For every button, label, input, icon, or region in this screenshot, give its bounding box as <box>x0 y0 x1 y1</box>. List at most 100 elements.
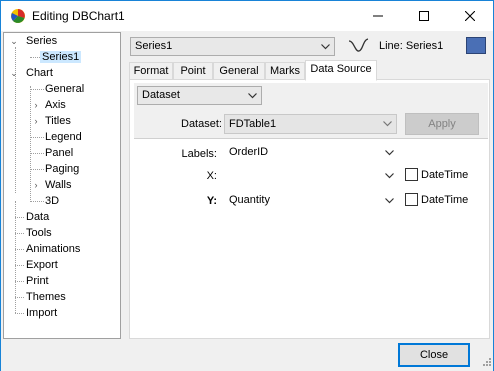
tree-item-themes[interactable]: Themes <box>26 289 66 305</box>
tree-item-label: General <box>45 83 85 95</box>
close-icon <box>465 11 475 21</box>
labels-value: OrderID <box>229 146 269 158</box>
tree-item-panel[interactable]: Panel <box>45 145 73 161</box>
tree-item-label: Titles <box>45 115 71 127</box>
tree-connector <box>30 201 44 202</box>
chevron-down-icon[interactable] <box>318 39 332 55</box>
tab-label: General <box>219 65 259 77</box>
x-select[interactable] <box>227 167 398 185</box>
chevron-down-icon[interactable] <box>380 116 394 132</box>
tree-connector <box>30 169 44 170</box>
teechart-app-icon <box>11 9 25 23</box>
tree-connector <box>15 313 24 314</box>
maximize-icon <box>419 11 429 21</box>
y-label: Y: <box>206 195 217 207</box>
y-select[interactable]: Quantity <box>227 192 398 210</box>
x-datetime-label: DateTime <box>421 169 469 181</box>
tree-item-label: Paging <box>45 163 80 175</box>
tree-item-label: Axis <box>45 99 66 111</box>
tree-connector <box>15 297 24 298</box>
tree-connector <box>15 249 24 250</box>
tab-data-source[interactable]: Data Source <box>305 60 377 81</box>
tree-item-label: Panel <box>45 147 74 159</box>
data-source-panel: Dataset Dataset: FDTable1 Apply Labels: … <box>129 79 490 339</box>
tree-item-data[interactable]: Data <box>26 209 49 225</box>
minimize-icon <box>373 15 383 17</box>
tree-item-tools[interactable]: Tools <box>26 225 52 241</box>
window-title: Editing DBChart1 <box>32 9 125 23</box>
tab-general[interactable]: General <box>213 62 265 80</box>
tree-connector <box>30 153 44 154</box>
tree-item-print[interactable]: Print <box>26 273 49 289</box>
tree-item-export[interactable]: Export <box>26 257 58 273</box>
y-datetime-label: DateTime <box>421 194 469 206</box>
tree-item-label: Animations <box>26 243 81 255</box>
apply-button[interactable]: Apply <box>405 113 479 135</box>
series-select-value: Series1 <box>135 40 173 52</box>
labels-select[interactable]: OrderID <box>227 144 398 162</box>
x-label: X: <box>206 170 217 182</box>
chevron-right-icon[interactable]: › <box>31 97 41 113</box>
editor-tree[interactable]: ⌄ Series Series1 ⌄ Chart General › Axis … <box>3 32 121 339</box>
dataset-select[interactable]: FDTable1 <box>224 114 397 134</box>
tree-item-label: Series <box>26 35 58 47</box>
tree-connector <box>15 281 24 282</box>
close-button[interactable]: Close <box>398 343 470 367</box>
line-series-icon <box>348 38 369 52</box>
labels-label: Labels: <box>181 148 217 160</box>
y-value: Quantity <box>229 194 270 206</box>
tab-label: Data Source <box>310 63 372 75</box>
chevron-right-icon[interactable]: › <box>31 177 41 193</box>
tree-item-label: Data <box>26 211 50 223</box>
source-type-select[interactable]: Dataset <box>137 86 262 105</box>
tree-item-paging[interactable]: Paging <box>45 161 79 177</box>
series-type-label: Line: Series1 <box>379 40 444 52</box>
dataset-section: Dataset Dataset: FDTable1 Apply <box>134 83 488 139</box>
tree-item-label: Tools <box>26 227 52 239</box>
tree-item-import[interactable]: Import <box>26 305 57 321</box>
tab-label: Format <box>133 65 169 77</box>
tree-item-legend[interactable]: Legend <box>45 129 82 145</box>
tab-point[interactable]: Point <box>173 62 213 80</box>
tree-item-label: Themes <box>26 291 66 303</box>
title-bar: Editing DBChart1 <box>1 1 493 31</box>
tree-item-general[interactable]: General <box>45 81 84 97</box>
maximize-button[interactable] <box>401 1 447 31</box>
tree-connector <box>30 137 44 138</box>
chevron-down-icon[interactable]: ⌄ <box>9 65 19 81</box>
tree-item-label: Legend <box>45 131 82 143</box>
tree-connector <box>15 233 24 234</box>
tree-item-label: Print <box>26 275 49 287</box>
source-type-value: Dataset <box>142 89 180 101</box>
chevron-down-icon[interactable] <box>382 145 396 161</box>
minimize-button[interactable] <box>355 1 401 31</box>
tree-item-label: Import <box>26 307 58 319</box>
tree-item-3d[interactable]: 3D <box>45 193 59 209</box>
chevron-down-icon[interactable] <box>382 193 396 209</box>
tree-item-label: Series1 <box>40 51 82 63</box>
tree-item-animations[interactable]: Animations <box>26 241 80 257</box>
tab-format[interactable]: Format <box>129 62 173 80</box>
tree-item-label: Export <box>26 259 58 271</box>
chevron-down-icon[interactable] <box>382 168 396 184</box>
y-datetime-checkbox[interactable] <box>405 193 418 206</box>
tree-connector <box>30 89 44 90</box>
close-window-button[interactable] <box>447 1 493 31</box>
series-color-button[interactable] <box>466 37 486 54</box>
tree-item-label: Walls <box>45 179 72 191</box>
chevron-right-icon[interactable]: › <box>31 113 41 129</box>
tab-label: Point <box>180 65 206 77</box>
x-datetime-checkbox[interactable] <box>405 168 418 181</box>
tree-item-label: Chart <box>26 67 53 79</box>
chevron-down-icon[interactable]: ⌄ <box>9 33 19 49</box>
editor-window: Editing DBChart1 ⌄ Series Series1 ⌄ Char… <box>0 0 494 371</box>
tree-item-series1[interactable]: Series1 <box>40 49 82 65</box>
series-select[interactable]: Series1 <box>130 37 335 56</box>
tab-marks[interactable]: Marks <box>265 62 305 80</box>
tree-connector <box>15 217 24 218</box>
chevron-down-icon[interactable] <box>245 88 259 104</box>
tree-item-label: 3D <box>45 195 60 207</box>
tree-connector <box>15 265 24 266</box>
resize-grip-icon[interactable] <box>481 358 492 369</box>
tab-label: Marks <box>270 65 300 77</box>
